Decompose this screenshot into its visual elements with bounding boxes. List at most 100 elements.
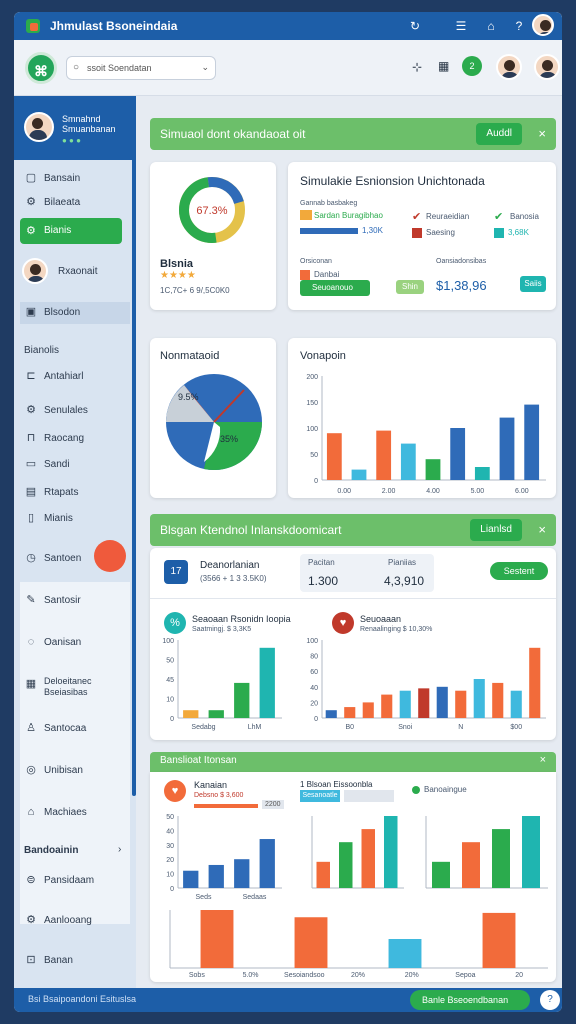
status-action-button[interactable]: Banle Bseoendbanan	[410, 990, 530, 1010]
sidebar-item-aanlooang[interactable]: ⚙ Aanlooang	[20, 910, 130, 932]
calendar-icon: ▭	[25, 458, 37, 470]
sidebar-item-rtapats[interactable]: ▤ Rtapats	[20, 482, 130, 504]
notification-badge[interactable]: 2	[462, 56, 482, 76]
amount-value: $1,38,96	[436, 278, 487, 293]
close-icon[interactable]: ×	[540, 754, 546, 766]
document-icon: ▤	[25, 486, 37, 498]
chevron-right-icon: ›	[118, 844, 122, 855]
bar	[482, 912, 516, 968]
help-icon[interactable]: ?	[510, 17, 528, 35]
shin-button[interactable]: Shin	[396, 280, 424, 294]
sidebar-item-blsodon[interactable]: ▣ Blsodon	[20, 302, 130, 324]
sidebar-avatar[interactable]	[24, 112, 54, 142]
stat-subtext: (3566 + 1 3 3.5K0)	[200, 574, 267, 583]
c1-tag: 2200	[262, 800, 284, 809]
c2-tag: Sesanoatle	[300, 790, 340, 802]
y-tick-label: 150	[306, 400, 318, 407]
y-tick-label: 10	[166, 872, 174, 879]
legend-swatch	[300, 210, 312, 220]
bar-card: Vonapoin 200 150 100 50 0 0.00 2.00 4.00 5.00 6.0…	[288, 338, 556, 498]
pie-label-1: 9.5%	[178, 392, 199, 402]
sidebar-item-unibisan[interactable]: ◎ Unibisan	[20, 760, 130, 782]
sidebar-item-deloeitanec[interactable]: ▦ Deloeitanec Bseiasibas	[20, 674, 130, 702]
sidebar-item-sandi[interactable]: ▭ Sandi	[20, 454, 130, 476]
bar	[529, 647, 541, 718]
calendar-icon: ▦	[25, 678, 37, 690]
inbox-icon: ⊡	[26, 954, 36, 966]
calendar-icon: 17	[164, 560, 188, 584]
close-icon[interactable]: ×	[538, 522, 546, 537]
bar	[344, 707, 356, 718]
user-avatar[interactable]	[532, 14, 554, 36]
bar	[388, 939, 422, 968]
y-tick-label: 0	[314, 716, 318, 723]
sidebar-item-machiaes[interactable]: ⌂ Machiaes	[20, 802, 130, 824]
bar	[362, 702, 374, 718]
user-avatar-3[interactable]	[534, 54, 560, 80]
y-tick-label: 30	[166, 843, 174, 850]
x-tick-label: LhM	[248, 724, 262, 731]
divider	[150, 598, 556, 599]
sidebar-item-santocaa[interactable]: ♙ Santocaa	[20, 718, 130, 740]
sidebar-item-raocang[interactable]: ⊓ Raocang	[20, 428, 130, 450]
record-indicator[interactable]	[94, 540, 126, 572]
sidebar-section-bianolis: Bianolis	[24, 345, 60, 356]
sidebar-item-banan[interactable]: ⊡ Banan	[20, 950, 130, 972]
y-tick-label: 50	[310, 452, 318, 459]
app-logo-icon	[26, 19, 40, 33]
sidebar-item-mianis[interactable]: ▯ Mianis	[20, 508, 130, 530]
c3-title: Banoaingue	[424, 785, 467, 794]
sidebar-item-senulales[interactable]: ⚙ Senulales	[20, 400, 130, 422]
bar	[436, 686, 448, 718]
saiis-button[interactable]: Saiis	[520, 276, 546, 292]
grid-icon[interactable]: ▦	[438, 59, 449, 73]
bar	[339, 842, 353, 888]
banner-trend: Blsgan Ktendnol Inlanskdoomicart Lianlsd…	[150, 514, 556, 546]
brand-logo[interactable]: ⌘	[25, 52, 57, 84]
select-button[interactable]: Sestent	[490, 562, 548, 580]
close-icon[interactable]: ×	[538, 126, 546, 141]
sidebar-item-antahiarl[interactable]: ⊏ Antahiarl	[20, 366, 130, 388]
status-bar: Bsi Bsaipoandoni Esituslsa Banle Bseoend…	[14, 988, 562, 1012]
bottom-chart-1: 50 40 30 20 10 0 Seds Sedaas	[166, 814, 282, 901]
menu-icon[interactable]: ☰	[452, 17, 470, 35]
donut-chart: 67.3%	[179, 177, 245, 243]
bar	[376, 430, 392, 480]
sidebar-item-bilaeata[interactable]: ⚙ Bilaeata	[20, 192, 130, 214]
c2-bar	[344, 790, 394, 802]
sidebar-item-bianis[interactable]: ⚙ Bianis	[20, 218, 122, 244]
left-bar-chart: 1005045100Sedabg LhM	[162, 638, 282, 731]
x-tick-label: 20	[515, 972, 523, 979]
right-bar-chart: 100 80 60 40 20 0 B0 Snoi N $00	[306, 638, 546, 731]
right-chart-sub: Renaalinging $ 10,30%	[360, 626, 433, 633]
rating-stars: ★★★★	[160, 270, 196, 281]
window-title: Jhmulast Bsoneindaia	[50, 19, 178, 33]
refresh-icon[interactable]: ↻	[406, 17, 424, 35]
search-input[interactable]: ○ ssoit Soendatan ⌄	[66, 56, 216, 80]
sidebar-item-pansidaam[interactable]: ⊜ Pansidaam	[20, 870, 130, 892]
user-avatar-2[interactable]	[496, 54, 522, 80]
sidebar-section-bandoainin[interactable]: Bandoainin ›	[20, 840, 130, 862]
sidebar-item-rxaonait[interactable]: Rxaonait	[20, 258, 130, 286]
bar	[400, 443, 416, 480]
y-tick-label: 20	[310, 700, 318, 707]
heart-icon: ♥	[164, 780, 186, 802]
banner-title: Blsgan Ktendnol Inlanskdoomicart	[160, 523, 342, 537]
sidebar-item-santosir[interactable]: ✎ Santosir	[20, 590, 130, 612]
sidebar-item-oanisan[interactable]: ◌ Oanisan	[20, 632, 130, 654]
search-icon: ○	[73, 62, 80, 73]
x-tick-label: Sobs	[189, 972, 205, 979]
y-tick-label: 40	[310, 685, 318, 692]
pencil-icon: ✎	[26, 594, 36, 606]
help-icon[interactable]: ?	[540, 990, 560, 1010]
y-tick-label: 80	[310, 654, 318, 661]
chevron-down-icon[interactable]: ⌄	[201, 62, 209, 73]
details-button[interactable]: Lianlsd	[470, 519, 522, 541]
pin-icon[interactable]: ⊹	[412, 60, 422, 74]
donut-label: Blsnia	[160, 258, 194, 270]
x-tick-label: $00	[510, 724, 522, 731]
pie-card: Nonmataoid 9.5% 35%	[150, 338, 276, 498]
sidebar-item-bansain[interactable]: ▢ Bansain	[20, 168, 130, 190]
home-icon[interactable]: ⌂	[482, 17, 500, 35]
add-button[interactable]: Auddl	[476, 123, 522, 145]
